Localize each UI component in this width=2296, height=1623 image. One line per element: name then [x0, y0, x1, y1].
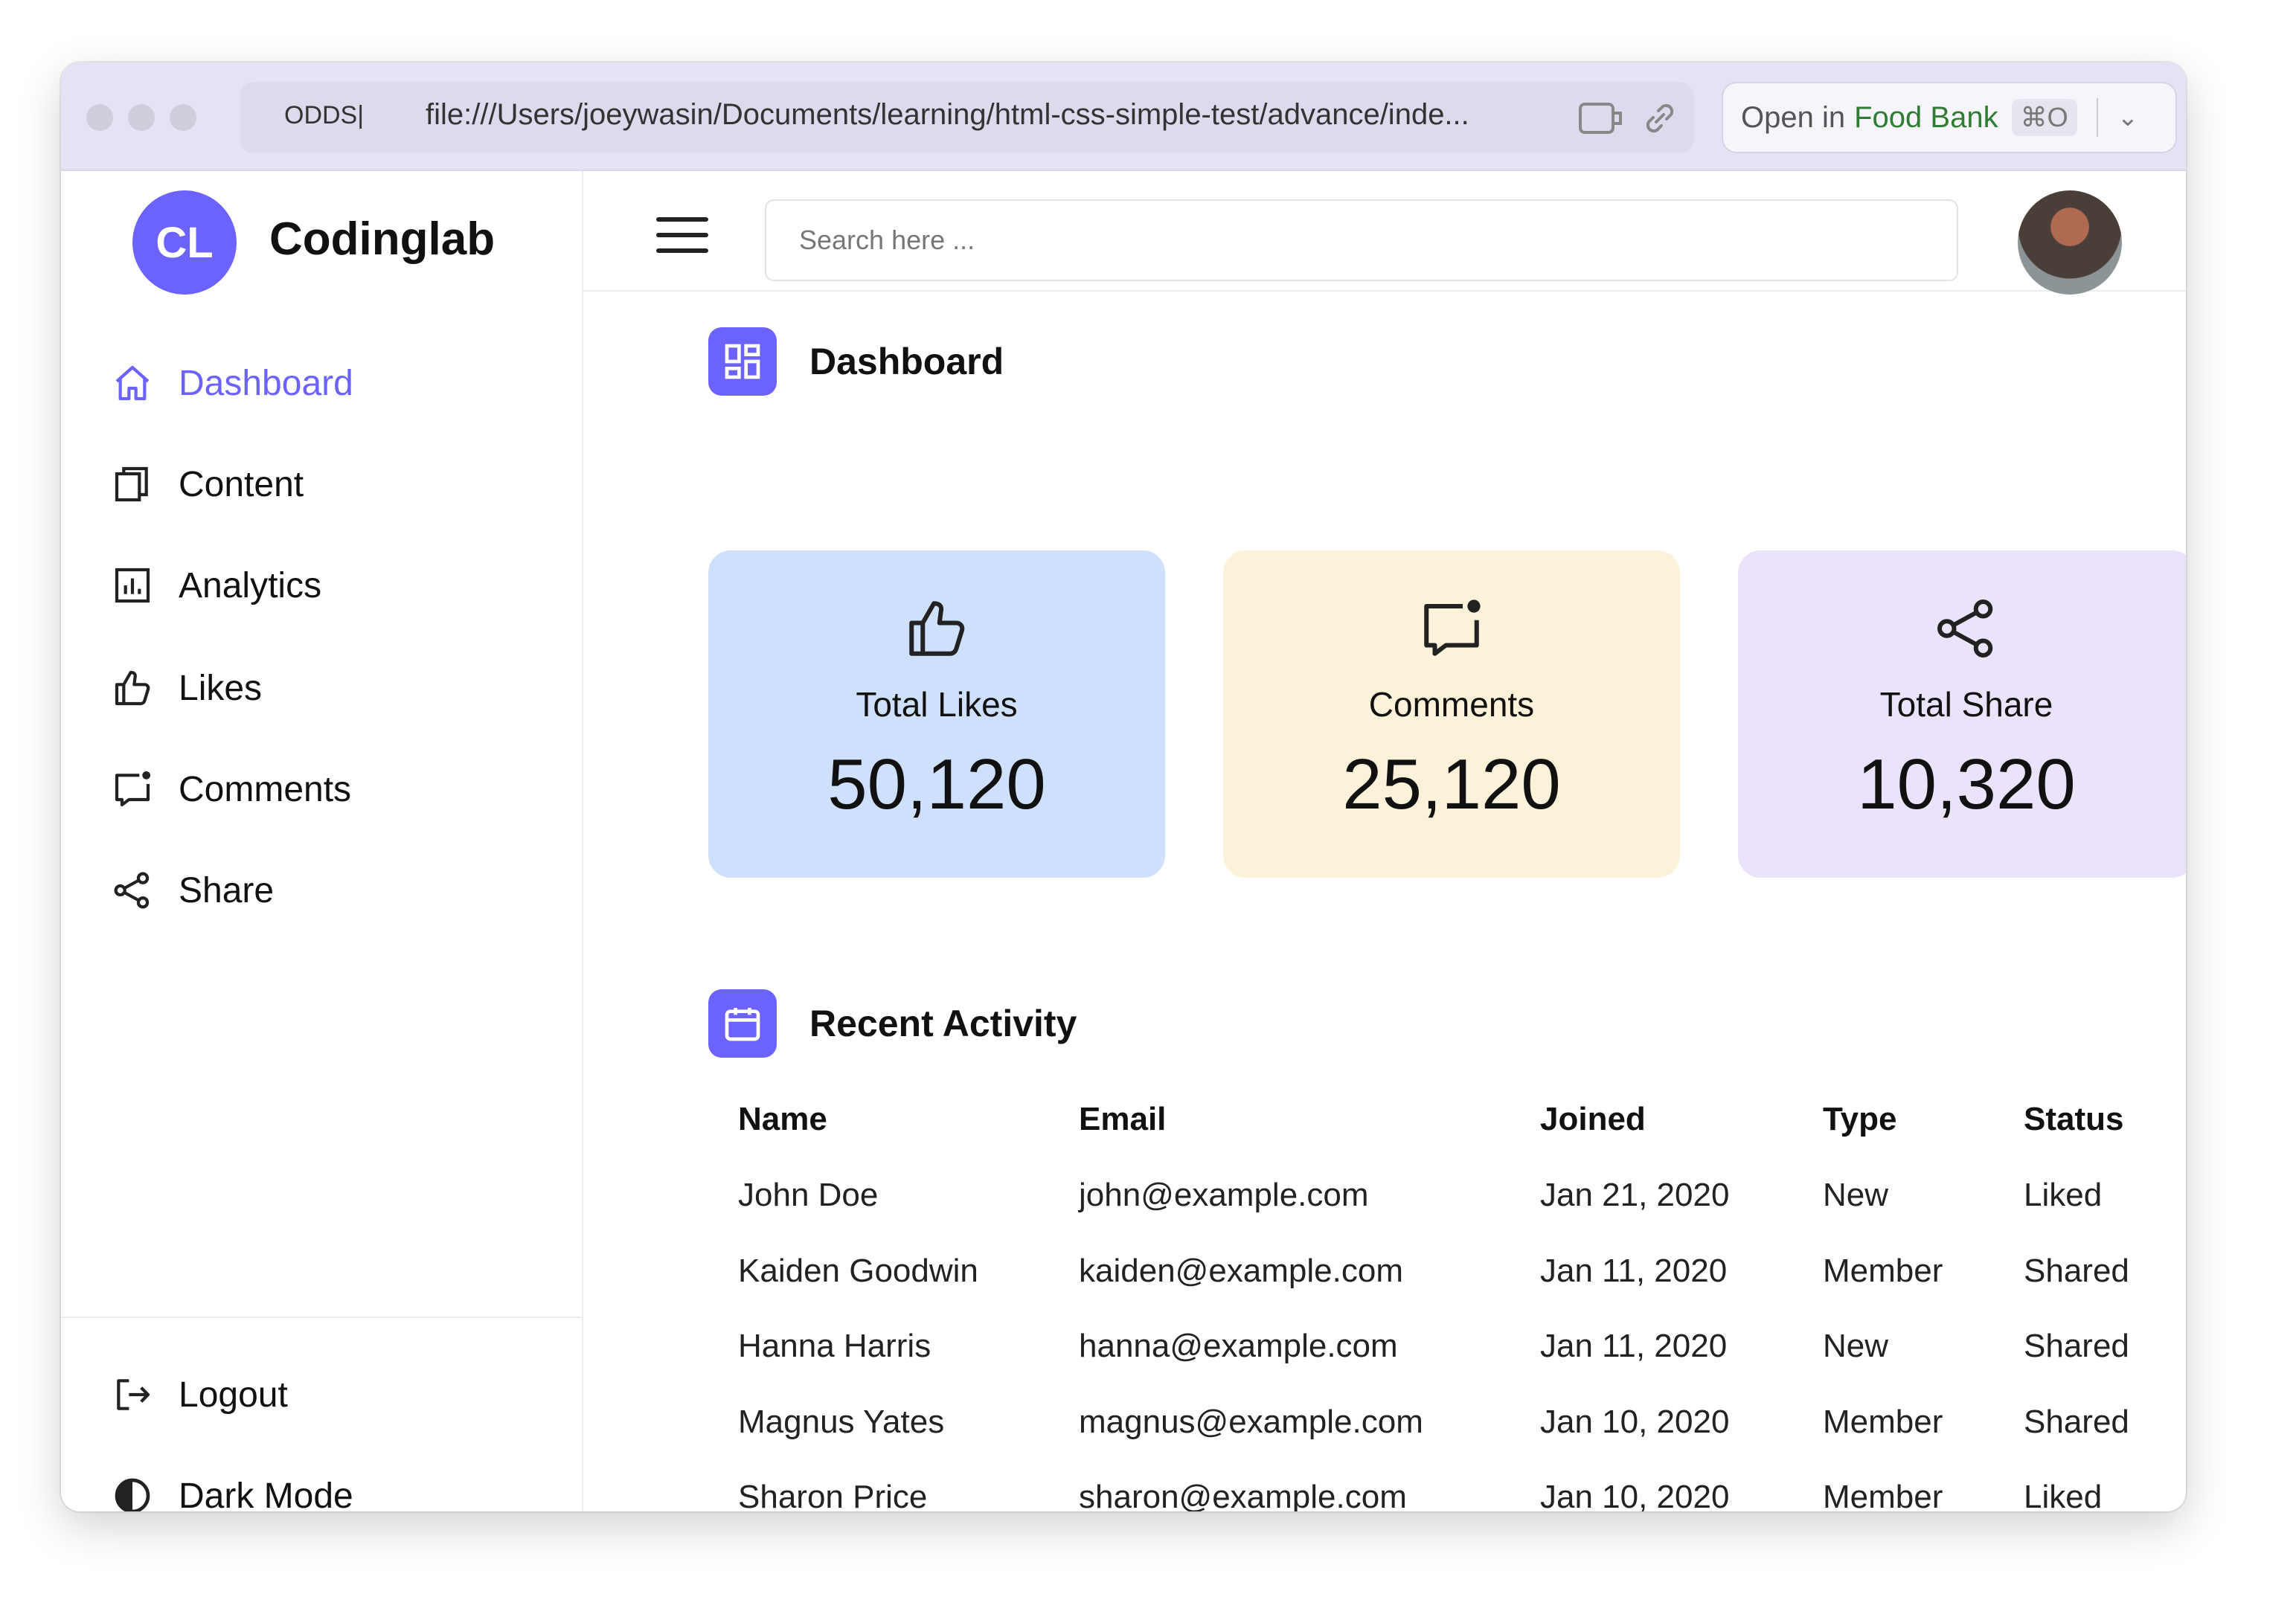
sidebar-item-label: Analytics: [179, 565, 322, 605]
top-bar: [583, 171, 2186, 295]
table-cell: Jan 10, 2020: [1540, 1403, 1730, 1440]
table-cell: New: [1823, 1328, 1889, 1364]
card-title: Comments: [1368, 685, 1535, 724]
table-cell: magnus@example.com: [1079, 1403, 1423, 1440]
logout-button[interactable]: Logout: [112, 1361, 288, 1428]
table-header-cell: Email: [1079, 1101, 1167, 1137]
dashboard-icon: [708, 327, 777, 396]
card-total-likes: Total Likes 50,120: [708, 550, 1165, 878]
search-input[interactable]: [765, 199, 1958, 281]
sidebar-item-label: Share: [179, 870, 275, 910]
open-in-app-button[interactable]: Open in Food Bank ⌘O ⌄: [1722, 82, 2177, 153]
table-header-cell: Joined: [1540, 1101, 1646, 1137]
table-cell: Hanna Harris: [738, 1328, 931, 1364]
sidebar-item-label: Likes: [179, 668, 263, 708]
chevron-down-icon[interactable]: ⌄: [2117, 103, 2139, 132]
share-icon: [1937, 600, 1993, 658]
table-cell: john@example.com: [1079, 1177, 1369, 1213]
menu-icon[interactable]: [656, 217, 708, 253]
table-cell: Member: [1823, 1403, 1943, 1440]
shortcut-badge: ⌘O: [2011, 99, 2077, 136]
chart-icon: [115, 568, 150, 603]
divider: [2096, 98, 2098, 137]
logout-icon: [117, 1379, 150, 1410]
table-cell: Liked: [2024, 1177, 2103, 1213]
card-value: 50,120: [827, 745, 1046, 824]
card-comments: Comments 25,120: [1223, 550, 1680, 878]
thumbs-up-icon: [909, 601, 965, 656]
sidebar-divider: [61, 1317, 582, 1318]
card-value: 10,320: [1857, 745, 2076, 824]
logout-label: Logout: [179, 1375, 288, 1415]
home-icon: [115, 365, 150, 401]
comment-icon: [1424, 600, 1481, 656]
card-total-share: Total Share 10,320: [1738, 550, 2186, 878]
table-cell: Sharon Price: [738, 1479, 928, 1511]
contrast-icon: [115, 1478, 150, 1511]
table-cell: Kaiden Goodwin: [738, 1252, 978, 1289]
card-title: Total Share: [1879, 685, 2053, 724]
window-minimize-button[interactable]: [128, 104, 155, 131]
logo: CL: [132, 190, 237, 295]
table-cell: sharon@example.com: [1079, 1479, 1407, 1511]
sidebar-item-analytics[interactable]: Analytics: [112, 552, 321, 619]
table-header-cell: Status: [2024, 1101, 2124, 1137]
brand-title: Codinglab: [269, 213, 496, 265]
dashboard-heading: Dashboard: [708, 327, 1004, 396]
main-content: Dashboard Total Likes 50,120 Comments 25…: [583, 171, 2186, 1511]
sidebar-item-likes[interactable]: Likes: [112, 655, 262, 721]
card-title: Total Likes: [856, 685, 1018, 724]
url-text[interactable]: file:///Users/joeywasin/Documents/learni…: [426, 98, 1469, 132]
share-icon: [114, 872, 150, 909]
section-title: Recent Activity: [809, 1003, 1077, 1044]
table-cell: Jan 11, 2020: [1540, 1328, 1728, 1364]
table-header-cell: Type: [1823, 1101, 1897, 1137]
page-title: Dashboard: [809, 341, 1004, 382]
sidebar-item-content[interactable]: Content: [112, 451, 304, 518]
dark-mode-toggle[interactable]: Dark Mode: [112, 1462, 353, 1511]
link-icon[interactable]: [1641, 100, 1678, 137]
table-cell: Member: [1823, 1479, 1943, 1511]
table-cell: Member: [1823, 1252, 1943, 1289]
table-cell: Jan 11, 2020: [1540, 1252, 1728, 1289]
table-cell: Jan 10, 2020: [1540, 1479, 1730, 1511]
table-cell: Liked: [2024, 1479, 2103, 1511]
card-value: 25,120: [1342, 745, 1561, 824]
window-zoom-button[interactable]: [170, 104, 196, 131]
sidebar-item-label: Comments: [179, 769, 352, 809]
table-header-cell: Name: [738, 1101, 827, 1137]
sidebar-item-label: Content: [179, 464, 304, 504]
logo-initials: CL: [155, 218, 214, 267]
open-in-prefix: Open in: [1741, 100, 1846, 134]
table-cell: New: [1823, 1177, 1889, 1213]
sidebar-item-label: Dashboard: [179, 363, 353, 403]
sidebar: CL Codinglab Dashboard Content Analytics…: [61, 171, 583, 1511]
dark-mode-label: Dark Mode: [179, 1476, 353, 1512]
browser-window: ODDS| file:///Users/joeywasin/Documents/…: [61, 62, 2186, 1511]
calendar-icon: [708, 989, 777, 1058]
thumbs-up-icon: [115, 670, 150, 706]
comment-icon: [115, 771, 151, 807]
table-cell: Shared: [2024, 1403, 2129, 1440]
tab-name: ODDS|: [284, 101, 365, 129]
window-close-button[interactable]: [86, 104, 113, 131]
sidebar-item-share[interactable]: Share: [112, 857, 274, 924]
browser-toolbar: ODDS| file:///Users/joeywasin/Documents/…: [61, 62, 2186, 171]
table-cell: Shared: [2024, 1252, 2129, 1289]
table-cell: kaiden@example.com: [1079, 1252, 1403, 1289]
open-in-app-name: Food Bank: [1854, 100, 1998, 134]
table-cell: Shared: [2024, 1328, 2129, 1364]
table-cell: John Doe: [738, 1177, 879, 1213]
table-cell: Jan 21, 2020: [1540, 1177, 1730, 1213]
recent-activity-heading: Recent Activity: [708, 989, 1077, 1058]
table-cell: hanna@example.com: [1079, 1328, 1398, 1364]
sidebar-item-comments[interactable]: Comments: [112, 756, 351, 823]
sidebar-item-dashboard[interactable]: Dashboard: [112, 350, 353, 417]
avatar[interactable]: [2018, 190, 2122, 295]
extension-icon[interactable]: [1579, 101, 1625, 135]
table-cell: Magnus Yates: [738, 1403, 945, 1440]
copy-icon: [115, 466, 148, 502]
